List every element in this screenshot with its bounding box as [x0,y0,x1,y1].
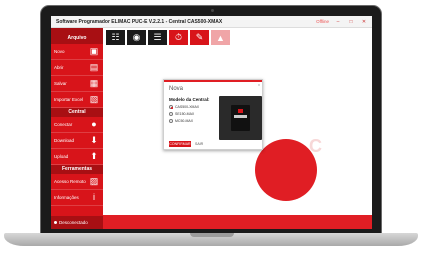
sidebar-item-label: Acesso Remoto [54,179,86,184]
brand-text: C [309,136,322,156]
sidebar-item-novo[interactable]: Novo ▣ [51,44,103,60]
minimize-button[interactable]: – [334,19,342,25]
brand-circle [255,139,317,201]
sidebar-item-label: Salvar [54,81,67,86]
device-photo [219,96,262,140]
list-icon: ☰ [153,32,162,42]
connect-icon: ● [91,119,97,129]
toolbar-timer-button[interactable]: ⏱ [169,30,188,45]
timer-icon: ⏱ [174,32,183,42]
sidebar-item-abrir[interactable]: Abrir ▤ [51,60,103,76]
toolbar-lock-button[interactable]: ▲ [211,30,230,45]
info-icon: i [93,192,95,202]
dialog-subtitle: Modelo da Central: [169,97,210,102]
option-label: SE150-MAX [175,112,195,116]
new-project-dialog: x Nova Modelo da Central: CAS500-XMAX SE… [163,79,263,150]
status-dot-icon [54,221,57,224]
sidebar-item-label: Novo [54,49,65,54]
device-logo [238,109,243,113]
section-ferramentas: Ferramentas [51,165,103,174]
stage: Software Programador ELIMAC PUC-E V.2.2.… [0,0,422,263]
sidebar-item-label: Informações [54,195,79,200]
target-icon: ◉ [132,32,141,42]
bottom-bar [103,215,372,229]
section-arquivo: Arquivo [51,28,103,44]
dialog-accent [164,80,262,82]
webcam [211,9,214,12]
floppy-icon: ▦ [89,78,99,88]
option-cas500[interactable]: CAS500-XMAX [169,105,199,109]
radio-button[interactable] [169,119,173,123]
toolbar: ☷ ◉ ☰ ⏱ ✎ ▲ [103,28,372,47]
connection-status: Offline [316,19,329,24]
new-file-icon: ▣ [89,46,99,56]
sidebar-item-salvar[interactable]: Salvar ▦ [51,76,103,92]
remote-icon: ▨ [89,176,99,186]
sidebar-item-conectar[interactable]: Conectar ● [51,117,103,133]
dialog-title: Nova [169,86,184,92]
exit-button[interactable]: SAIR [195,141,203,147]
connection-status-text: Desconectado [59,220,88,225]
sidebar-item-label: Upload [54,154,69,159]
excel-icon: ▧ [89,94,99,104]
upload-icon: ⬆ [90,151,98,161]
edit-icon: ✎ [195,32,204,42]
sidebar-item-label: Importar Excel [54,97,84,102]
network-icon: ☷ [111,32,120,42]
section-central: Central [51,108,103,117]
option-label: MC50-MAX [175,119,194,123]
confirm-button[interactable]: CONFIRMAR [169,141,191,147]
radio-button-selected[interactable] [169,105,173,109]
folder-icon: ▤ [89,62,99,72]
toolbar-list-button[interactable]: ☰ [148,30,167,45]
app-window: Software Programador ELIMAC PUC-E V.2.2.… [51,16,372,229]
option-label: CAS500-XMAX [175,105,200,109]
title-bar-controls: Offline – □ ✕ [316,19,372,25]
laptop-lid: Software Programador ELIMAC PUC-E V.2.2.… [40,5,382,235]
download-icon: ⬇ [90,135,98,145]
sidebar: Arquivo Novo ▣ Abrir ▤ Salvar ▦ Importar… [51,28,103,229]
sidebar-item-informacoes[interactable]: Informações i [51,190,103,206]
sidebar-item-acesso-remoto[interactable]: Acesso Remoto ▨ [51,174,103,190]
sidebar-item-upload[interactable]: Upload ⬆ [51,149,103,165]
sidebar-item-label: Download [54,138,75,143]
dialog-close-icon[interactable]: x [258,82,260,87]
laptop-base [4,233,418,246]
toolbar-network-button[interactable]: ☷ [106,30,125,45]
laptop-notch [190,233,234,237]
maximize-button[interactable]: □ [347,19,355,25]
device-nameplate [234,115,247,118]
title-bar: Software Programador ELIMAC PUC-E V.2.2.… [51,16,372,28]
sidebar-item-importar-excel[interactable]: Importar Excel ▧ [51,92,103,108]
radio-button[interactable] [169,112,173,116]
alarm-panel-image [231,105,250,131]
option-se150[interactable]: SE150-MAX [169,112,194,116]
connection-footer: Desconectado [51,216,103,229]
sidebar-item-download[interactable]: Download ⬇ [51,133,103,149]
sidebar-item-label: Abrir [54,65,64,70]
close-button[interactable]: ✕ [360,19,368,25]
sidebar-item-label: Conectar [54,122,73,127]
window-title: Software Programador ELIMAC PUC-E V.2.2.… [56,18,223,25]
option-mc50[interactable]: MC50-MAX [169,119,193,123]
toolbar-edit-button[interactable]: ✎ [190,30,209,45]
toolbar-target-button[interactable]: ◉ [127,30,146,45]
lock-icon: ▲ [216,32,225,43]
